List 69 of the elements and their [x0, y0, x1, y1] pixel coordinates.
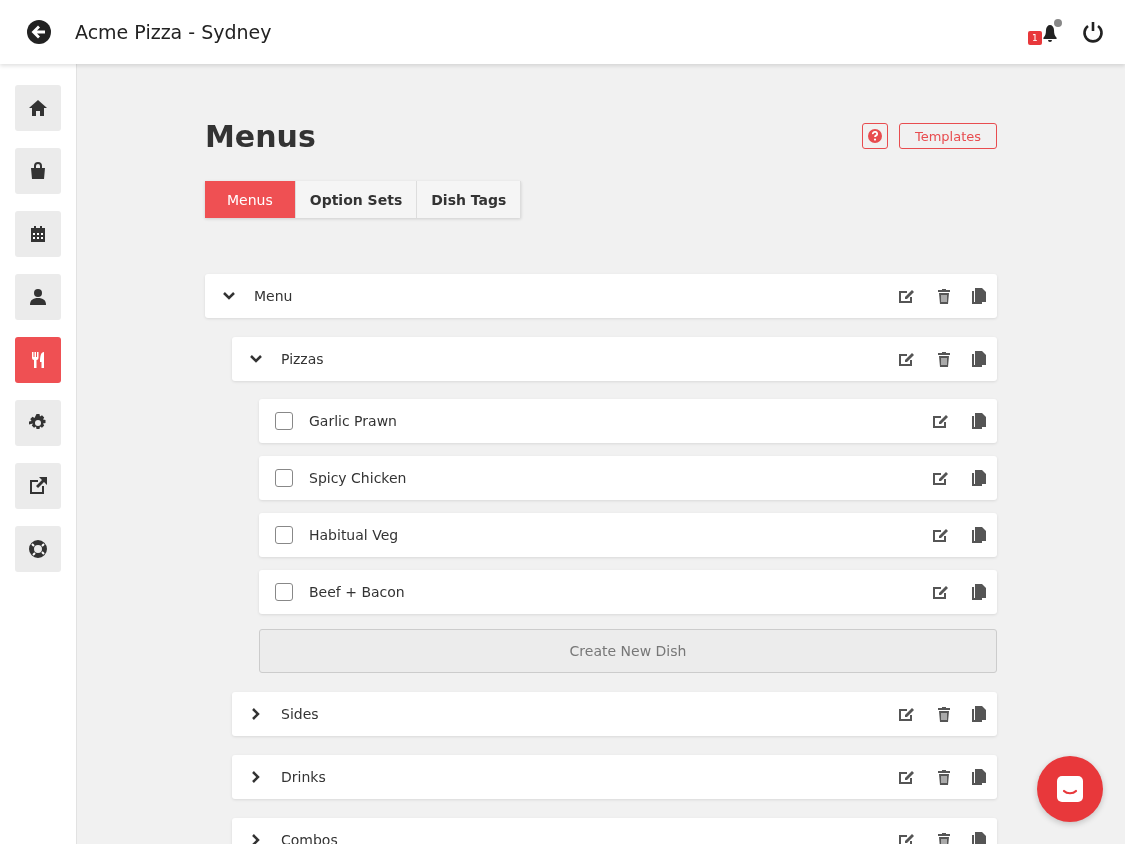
external-link-icon — [28, 476, 48, 496]
copy-icon[interactable] — [972, 413, 986, 429]
person-icon — [28, 287, 48, 307]
help-button[interactable] — [861, 123, 888, 149]
create-dish-button[interactable]: Create New Dish — [259, 629, 997, 673]
chat-icon — [1055, 774, 1085, 804]
restaurant-title: Acme Pizza - Sydney — [75, 21, 272, 43]
trash-icon[interactable] — [937, 288, 951, 304]
copy-icon[interactable] — [972, 527, 986, 543]
copy-icon[interactable] — [972, 584, 986, 600]
tab[interactable]: Option Sets — [295, 181, 418, 218]
trash-icon[interactable] — [937, 769, 951, 785]
menu-name: Menu — [254, 288, 293, 304]
dish-name: Beef + Bacon — [309, 584, 405, 600]
shopping-bag-icon — [28, 161, 48, 181]
edit-icon[interactable] — [932, 527, 950, 543]
category-name: Pizzas — [281, 351, 324, 367]
calendar-icon — [28, 224, 48, 244]
category-row[interactable]: Drinks — [232, 755, 997, 799]
sidebar-button[interactable] — [15, 526, 61, 572]
category-name: Sides — [281, 706, 319, 722]
tab[interactable]: Dish Tags — [417, 181, 522, 218]
dish-row[interactable]: Garlic Prawn — [259, 399, 997, 443]
sidebar-button[interactable] — [15, 148, 61, 194]
copy-icon[interactable] — [972, 706, 986, 722]
sidebar-button[interactable] — [15, 463, 61, 509]
bell-icon[interactable] — [1042, 19, 1062, 45]
question-icon — [867, 129, 882, 143]
menu-row[interactable]: Menu — [205, 274, 997, 318]
sidebar-button[interactable] — [15, 274, 61, 320]
checkbox[interactable] — [275, 583, 293, 601]
dish-name: Spicy Chicken — [309, 470, 407, 486]
checkbox[interactable] — [275, 526, 293, 544]
dish-name: Garlic Prawn — [309, 413, 397, 429]
copy-icon[interactable] — [972, 769, 986, 785]
copy-icon[interactable] — [972, 288, 986, 304]
edit-icon[interactable] — [932, 413, 950, 429]
dish-name: Habitual Veg — [309, 527, 399, 543]
lifebuoy-icon — [28, 539, 48, 559]
page-title: Menus — [205, 118, 316, 154]
category-row[interactable]: Pizzas — [232, 337, 997, 381]
edit-icon[interactable] — [898, 288, 916, 304]
notification-badge: 1 — [1028, 31, 1042, 45]
sidebar-button[interactable] — [15, 400, 61, 446]
tab[interactable]: Menus — [205, 181, 296, 218]
edit-icon[interactable] — [932, 470, 950, 486]
trash-icon[interactable] — [937, 351, 951, 367]
trash-icon[interactable] — [937, 832, 951, 844]
home-icon — [28, 98, 48, 118]
copy-icon[interactable] — [972, 470, 986, 486]
sidebar-button[interactable] — [15, 211, 61, 257]
edit-icon[interactable] — [898, 769, 916, 785]
sidebar-button[interactable] — [15, 85, 61, 131]
dish-row[interactable]: Habitual Veg — [259, 513, 997, 557]
edit-icon[interactable] — [932, 584, 950, 600]
edit-icon[interactable] — [898, 706, 916, 722]
dish-row[interactable]: Spicy Chicken — [259, 456, 997, 500]
copy-icon[interactable] — [972, 832, 986, 844]
trash-icon[interactable] — [937, 706, 951, 722]
checkbox[interactable] — [275, 412, 293, 430]
checkbox[interactable] — [275, 469, 293, 487]
copy-icon[interactable] — [972, 351, 986, 367]
power-icon[interactable] — [1082, 21, 1104, 43]
category-name: Drinks — [281, 769, 326, 785]
edit-icon[interactable] — [898, 832, 916, 844]
category-row[interactable]: Sides — [232, 692, 997, 736]
chat-button[interactable] — [1037, 756, 1103, 822]
edit-icon[interactable] — [898, 351, 916, 367]
dish-row[interactable]: Beef + Bacon — [259, 570, 997, 614]
